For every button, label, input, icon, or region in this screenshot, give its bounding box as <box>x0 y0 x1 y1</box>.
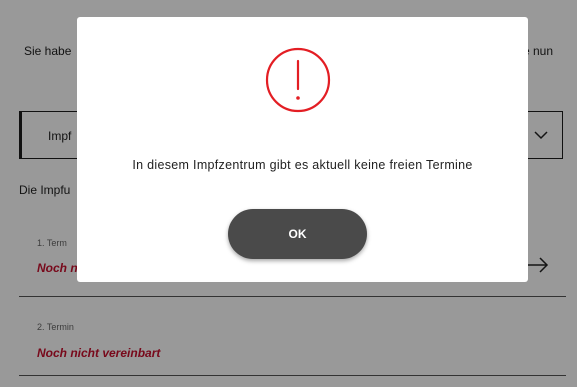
ok-button[interactable]: OK <box>228 209 367 259</box>
alert-dialog: In diesem Impfzentrum gibt es aktuell ke… <box>77 17 528 282</box>
dialog-message: In diesem Impfzentrum gibt es aktuell ke… <box>132 158 473 172</box>
exclamation-circle-icon <box>265 47 331 113</box>
